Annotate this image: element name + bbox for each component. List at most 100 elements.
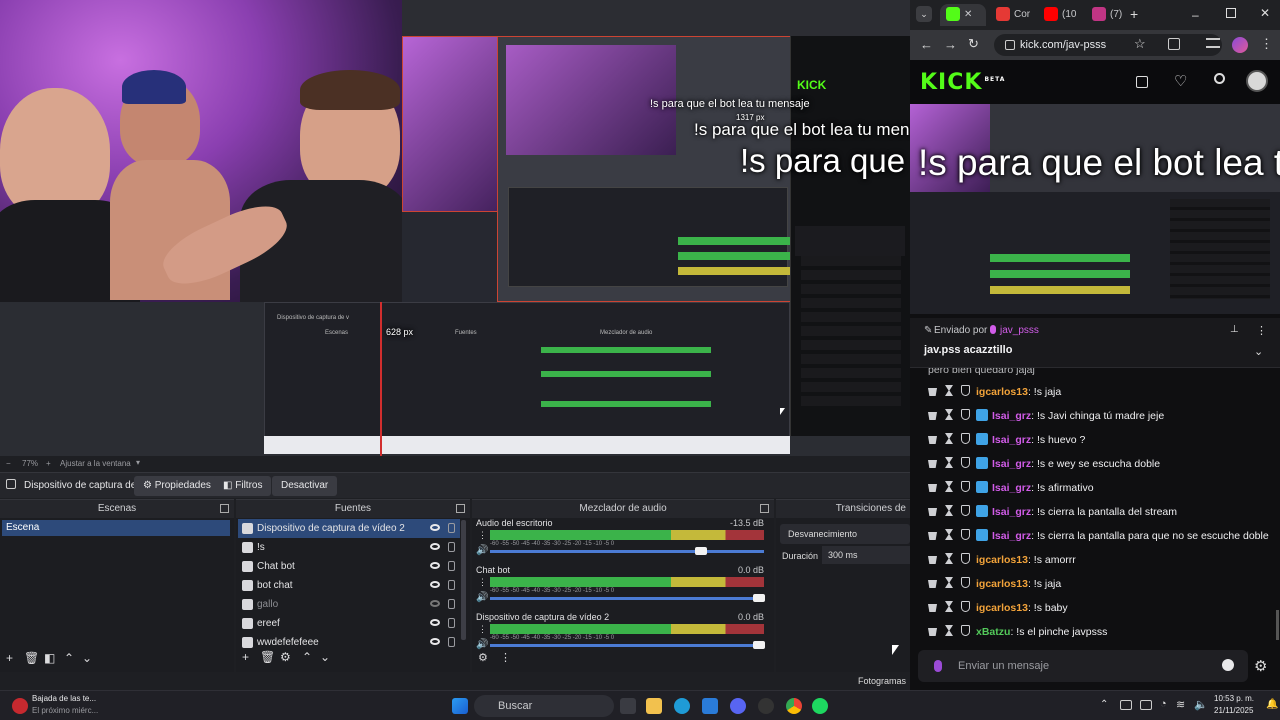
- tab-3[interactable]: (7): [1086, 4, 1132, 26]
- task-view-icon[interactable]: [620, 698, 636, 714]
- filters-button[interactable]: ◧ Filtros: [214, 476, 272, 496]
- tray-chevron-icon[interactable]: ⌃: [1100, 699, 1108, 710]
- taskbar-search[interactable]: Buscar: [474, 695, 614, 717]
- pinned-user[interactable]: jav_psss: [1000, 325, 1039, 336]
- edge-icon[interactable]: [674, 698, 690, 714]
- chat-username[interactable]: igcarlos13: [976, 386, 1028, 398]
- extensions-icon[interactable]: [1168, 38, 1180, 50]
- timeout-icon[interactable]: [945, 553, 953, 564]
- maximize-button[interactable]: [1226, 8, 1236, 18]
- move-up-button[interactable]: ⌃: [64, 651, 74, 665]
- kick-logo[interactable]: KICK BETA: [920, 70, 1005, 95]
- tab-2[interactable]: (10: [1038, 4, 1084, 26]
- remove-scene-button[interactable]: 🗑: [24, 651, 39, 665]
- eye-off-icon[interactable]: [430, 600, 440, 607]
- source-item[interactable]: Dispositivo de captura de vídeo 2: [238, 519, 460, 538]
- close-icon[interactable]: ✕: [964, 9, 972, 20]
- timeout-icon[interactable]: [945, 625, 953, 636]
- volume-icon[interactable]: 🔈: [1194, 698, 1208, 711]
- zoom-in-button[interactable]: +: [46, 459, 51, 468]
- delete-icon[interactable]: [928, 628, 937, 636]
- chat-username[interactable]: Isai_grz: [992, 458, 1031, 470]
- tab-search-button[interactable]: ⌄: [916, 6, 932, 22]
- heart-icon[interactable]: ♡: [1174, 72, 1187, 90]
- browse-icon[interactable]: [1136, 76, 1148, 88]
- pin-toggle-icon[interactable]: ⊥: [1230, 324, 1239, 335]
- chrome-menu-icon[interactable]: ⋮: [1260, 36, 1273, 52]
- speaker-icon[interactable]: 🔊: [476, 639, 488, 650]
- delete-icon[interactable]: [928, 580, 937, 588]
- chat-username[interactable]: Isai_grz: [992, 506, 1031, 518]
- eye-icon[interactable]: [430, 524, 440, 531]
- source-item[interactable]: bot chat: [238, 576, 460, 595]
- chat-message[interactable]: igcarlos13: !s jaja: [928, 574, 1061, 594]
- url-input[interactable]: kick.com/jav-psss: [994, 34, 1222, 56]
- chat-username[interactable]: Isai_grz: [992, 530, 1031, 542]
- pinned-menu-icon[interactable]: ⋮: [1256, 324, 1267, 337]
- undock-icon[interactable]: [456, 504, 465, 513]
- chrome-icon[interactable]: [786, 698, 802, 714]
- chat-message[interactable]: Isai_grz: !s huevo ?: [928, 430, 1085, 450]
- chevron-down-icon[interactable]: ▾: [136, 458, 140, 467]
- volume-slider[interactable]: [490, 641, 765, 649]
- delete-icon[interactable]: [928, 508, 937, 516]
- profile-avatar[interactable]: [1232, 37, 1248, 53]
- delete-icon[interactable]: [928, 436, 937, 444]
- timeout-icon[interactable]: [945, 385, 953, 396]
- chat-message[interactable]: xBatzu: !s el pinche javpsss: [928, 622, 1107, 642]
- timeout-icon[interactable]: [945, 457, 953, 468]
- scene-item[interactable]: Escena: [2, 520, 230, 536]
- lock-icon[interactable]: [448, 523, 455, 533]
- clock-date[interactable]: 21/11/2025: [1214, 706, 1253, 715]
- obs-preview[interactable]: KICK !s para que el bot lea tu mensaje !…: [0, 0, 910, 456]
- volume-slider[interactable]: [490, 594, 765, 602]
- volume-slider-handle[interactable]: [752, 594, 765, 602]
- chat-username[interactable]: xBatzu: [976, 626, 1010, 638]
- discord-icon[interactable]: [730, 698, 746, 714]
- deactivate-button[interactable]: Desactivar: [272, 476, 338, 496]
- chat-username[interactable]: igcarlos13: [976, 578, 1028, 590]
- channel-menu-icon[interactable]: ⋮: [478, 624, 487, 635]
- chat-message[interactable]: Isai_grz: !s cierra la pantalla para que…: [928, 526, 1269, 546]
- chat-message[interactable]: Isai_grz: !s cierra la pantalla del stre…: [928, 502, 1177, 522]
- new-tab-button[interactable]: +: [1130, 6, 1138, 22]
- eye-icon[interactable]: [430, 638, 440, 645]
- sources-scrollbar[interactable]: [461, 520, 466, 640]
- emoji-icon[interactable]: [1222, 659, 1234, 671]
- undock-icon[interactable]: [760, 504, 769, 513]
- add-scene-button[interactable]: +: [6, 651, 13, 665]
- chat-username[interactable]: Isai_grz: [992, 410, 1031, 422]
- media-icon[interactable]: [1206, 38, 1220, 48]
- back-icon[interactable]: ←: [920, 37, 933, 52]
- zoom-out-button[interactable]: −: [6, 459, 11, 468]
- scene-filters-button[interactable]: ◧: [44, 651, 55, 665]
- chat-message[interactable]: igcarlos13: !s jaja: [928, 382, 1061, 402]
- source-item[interactable]: Chat bot: [238, 557, 460, 576]
- chat-input[interactable]: Enviar un mensaje: [918, 650, 1248, 682]
- chat-username[interactable]: igcarlos13: [976, 602, 1028, 614]
- network-icon[interactable]: ◔: [1160, 698, 1167, 710]
- user-avatar[interactable]: [1246, 70, 1268, 92]
- eye-icon[interactable]: [430, 543, 440, 550]
- delete-icon[interactable]: [928, 412, 937, 420]
- spotify-icon[interactable]: [812, 698, 828, 714]
- lock-icon[interactable]: [448, 542, 455, 552]
- volume-slider-handle[interactable]: [752, 641, 765, 649]
- source-settings-button[interactable]: ⚙: [280, 650, 291, 664]
- tray-app-icon-2[interactable]: [1140, 700, 1152, 710]
- timeout-icon[interactable]: [945, 433, 953, 444]
- windows-start-icon[interactable]: [452, 698, 468, 714]
- eye-icon[interactable]: [430, 562, 440, 569]
- wifi-icon[interactable]: ≋: [1176, 698, 1185, 711]
- chat-message[interactable]: igcarlos13: !s amorrr: [928, 550, 1076, 570]
- chat-settings-icon[interactable]: ⚙: [1254, 657, 1267, 675]
- mixer-menu-button[interactable]: ⋮: [500, 651, 511, 664]
- tray-app-icon[interactable]: [1120, 700, 1132, 710]
- search-icon[interactable]: [1214, 73, 1225, 84]
- undock-icon[interactable]: [220, 504, 229, 513]
- lock-icon[interactable]: [448, 580, 455, 590]
- move-down-button[interactable]: ⌄: [82, 651, 92, 665]
- source-item[interactable]: !s: [238, 538, 460, 557]
- timeout-icon[interactable]: [945, 505, 953, 516]
- lock-icon[interactable]: [448, 561, 455, 571]
